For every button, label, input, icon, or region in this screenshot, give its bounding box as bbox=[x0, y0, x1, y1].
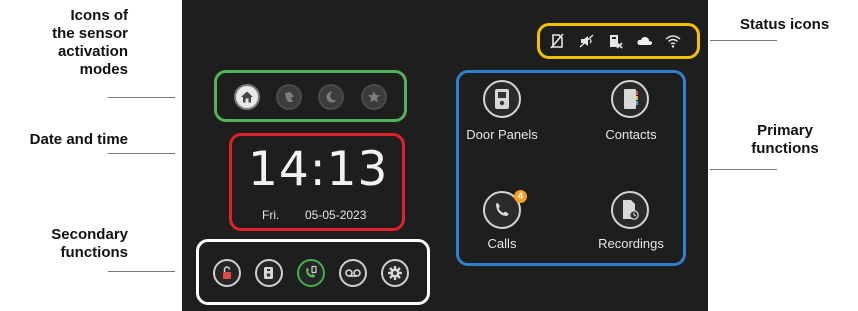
mode-home-button[interactable] bbox=[234, 84, 260, 110]
intercom-button[interactable] bbox=[255, 259, 283, 287]
annotation-leader-date bbox=[108, 153, 175, 154]
cloud-icon bbox=[637, 36, 652, 45]
speaker-muted-icon bbox=[579, 34, 594, 48]
night-icon bbox=[326, 91, 337, 103]
phone-icon bbox=[496, 203, 509, 216]
contacts-book-icon bbox=[624, 89, 638, 109]
annotation-line-4: modes bbox=[79, 61, 128, 78]
away-icon bbox=[285, 92, 294, 102]
wifi-icon bbox=[665, 35, 681, 48]
annotation-line-3: activation bbox=[57, 43, 128, 60]
annotation-secondary-line-2: functions bbox=[60, 244, 129, 261]
clock-time: 14:13 bbox=[248, 142, 389, 197]
annotation-leader-secondary bbox=[108, 271, 175, 272]
monitor-call-icon bbox=[306, 265, 317, 278]
home-icon bbox=[241, 91, 253, 103]
settings-button[interactable] bbox=[381, 259, 409, 287]
annotation-secondary: Secondary functions bbox=[8, 226, 128, 262]
annotation-secondary-line-1: Secondary bbox=[51, 226, 128, 243]
annotation-leader-primary bbox=[710, 169, 777, 170]
calls-label: Calls bbox=[487, 236, 517, 251]
door-panels-button[interactable] bbox=[483, 80, 521, 118]
annotation-status: Status icons bbox=[740, 16, 850, 34]
unlock-icon bbox=[223, 266, 231, 279]
annotation-line-1: Icons of bbox=[70, 7, 128, 24]
custom-star-icon bbox=[368, 91, 380, 103]
clock-date: 05-05-2023 bbox=[305, 208, 367, 222]
recordings-icon bbox=[623, 200, 639, 220]
unlock-button[interactable] bbox=[213, 259, 241, 287]
annotation-primary-line-1: Primary bbox=[757, 122, 813, 139]
recordings-label: Recordings bbox=[598, 236, 664, 251]
voicemail-button[interactable] bbox=[339, 259, 367, 287]
dnd-door-icon bbox=[610, 35, 623, 49]
door-panel-icon bbox=[495, 89, 509, 109]
monitor-call-button[interactable] bbox=[297, 259, 325, 287]
clock-day: Fri. bbox=[262, 208, 280, 222]
annotation-leader-status bbox=[710, 40, 777, 41]
intercom-icon bbox=[264, 267, 273, 279]
mode-night-button[interactable] bbox=[318, 84, 344, 110]
contacts-label: Contacts bbox=[605, 127, 657, 142]
annotation-leader-modes bbox=[108, 97, 175, 98]
calls-badge: 4 bbox=[514, 190, 527, 203]
sim-off-icon bbox=[550, 33, 564, 49]
annotation-sensor-modes: Icons of the sensor activation modes bbox=[8, 7, 128, 79]
annotation-primary-line-2: functions bbox=[751, 140, 819, 157]
contacts-button[interactable] bbox=[611, 80, 649, 118]
annotation-line-2: the sensor bbox=[52, 25, 128, 42]
recordings-button[interactable] bbox=[611, 191, 649, 229]
voicemail-icon bbox=[345, 269, 361, 277]
annotation-date-time: Date and time bbox=[8, 131, 128, 149]
settings-gear-icon bbox=[388, 266, 402, 280]
annotation-status-text: Status icons bbox=[740, 16, 830, 33]
door-panels-label: Door Panels bbox=[466, 127, 538, 142]
annotation-date-time-text: Date and time bbox=[29, 131, 128, 148]
annotation-primary: Primary functions bbox=[740, 122, 830, 158]
mode-custom-button[interactable] bbox=[361, 84, 387, 110]
mode-away-button[interactable] bbox=[276, 84, 302, 110]
